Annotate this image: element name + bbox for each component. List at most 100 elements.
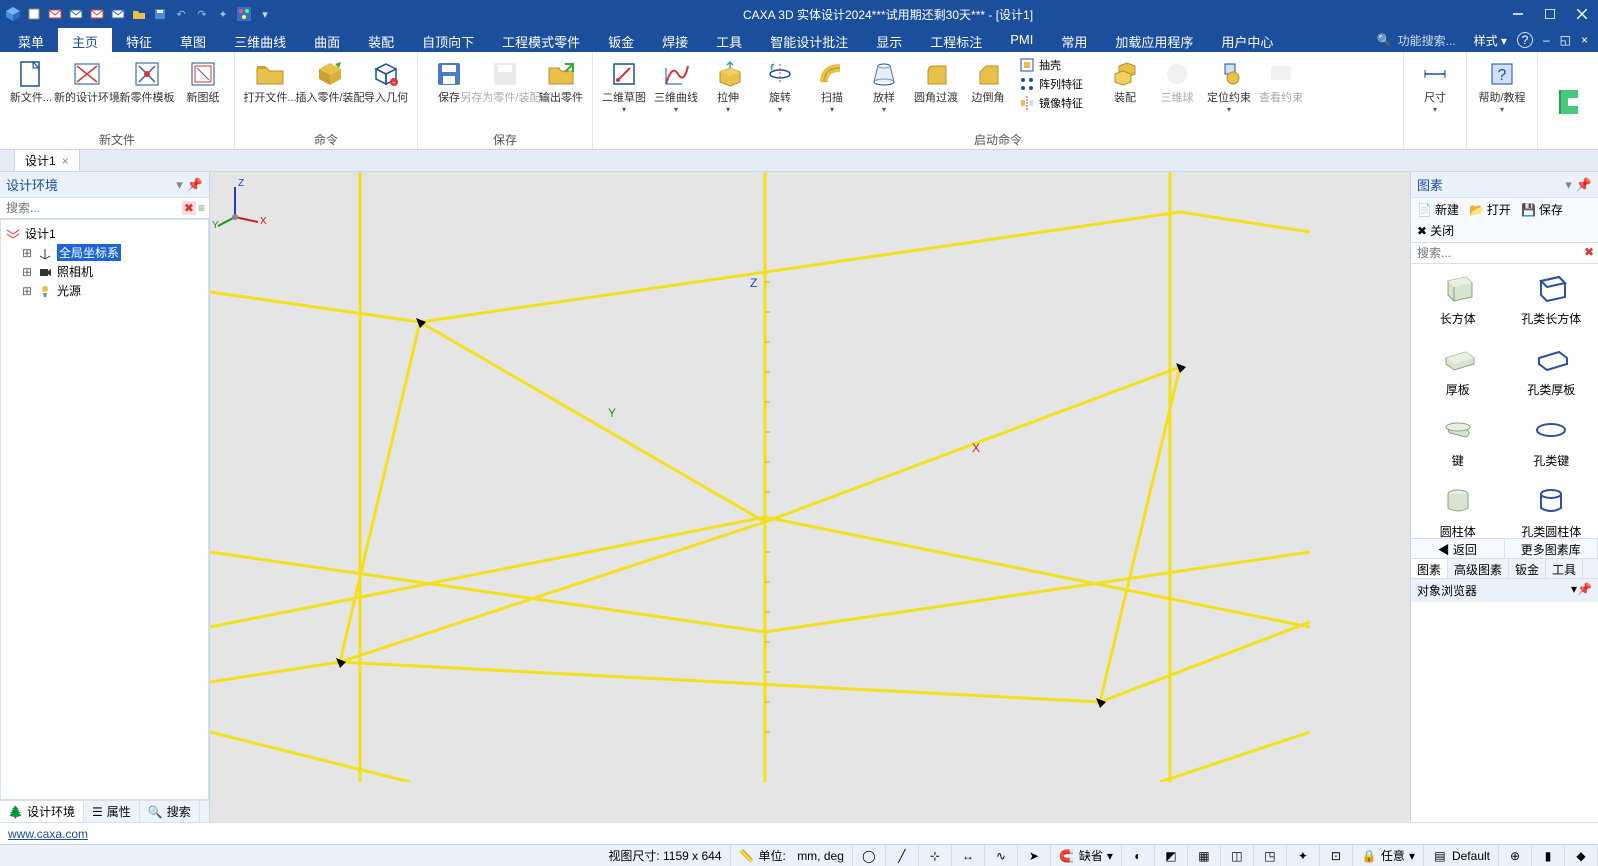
status-render6[interactable]: ✦ [1287, 845, 1320, 866]
import-geom-button[interactable]: +导入几何 [361, 54, 411, 105]
new-part-template-button[interactable]: 新零件模板 [118, 54, 176, 105]
sweep-button[interactable]: 扫描▾ [807, 54, 857, 114]
position-constraint-button[interactable]: 定位约束▾ [1204, 54, 1254, 114]
status-tool4[interactable]: ↔ [952, 845, 985, 866]
open-file-button[interactable]: 打开文件... [241, 54, 299, 105]
mdi-minimize-icon[interactable]: – [1543, 33, 1550, 47]
qat-settings-icon[interactable]: ✦ [214, 5, 232, 23]
tab-3dcurve[interactable]: 三维曲线 [220, 28, 300, 52]
save-as-part-button[interactable]: 另存为零件/装配... [476, 54, 534, 105]
tab-topdown[interactable]: 自顶向下 [408, 28, 488, 52]
status-tool5[interactable]: ∿ [985, 845, 1018, 866]
shapes-search-input[interactable] [1411, 243, 1580, 263]
app-icon[interactable] [4, 5, 22, 23]
orientation-triad[interactable]: Z Y X [210, 172, 270, 232]
shape-key[interactable]: 键 [1411, 406, 1505, 477]
tab-enganno[interactable]: 工程标注 [916, 28, 996, 52]
tab-engpart[interactable]: 工程模式零件 [488, 28, 594, 52]
lbtab-props[interactable]: ☰属性 [84, 801, 140, 822]
pane-pin-icon[interactable]: 📌 [1577, 582, 1592, 596]
minimize-button[interactable] [1502, 0, 1534, 28]
design-tree[interactable]: 设计1 ⊞ 全局坐标系 ⊞ 照相机 ⊞ 光源 [0, 219, 209, 800]
mdi-restore-icon[interactable]: ◱ [1560, 33, 1571, 47]
tab-usercenter[interactable]: 用户中心 [1207, 28, 1287, 52]
new-drawing-button[interactable]: 新图纸 [178, 54, 228, 105]
status-render5[interactable]: ◳ [1254, 845, 1287, 866]
shapes-close-button[interactable]: ✖关闭 [1413, 221, 1458, 240]
tab-feature[interactable]: 特征 [112, 28, 166, 52]
status-ext3[interactable]: ◆ [1565, 845, 1598, 866]
export-part-button[interactable]: 输出零件 [536, 54, 586, 105]
view-constraint-button[interactable]: 查看约束 [1256, 54, 1306, 105]
status-tool2[interactable]: ╱ [886, 845, 919, 866]
rtab-sheetmetal[interactable]: 钣金 [1509, 559, 1546, 578]
dimension-button[interactable]: 尺寸▾ [1410, 54, 1460, 114]
status-ext1[interactable]: ⊕ [1499, 845, 1532, 866]
shape-hole-plate[interactable]: 孔类厚板 [1505, 335, 1598, 406]
tab-smartanno[interactable]: 智能设计批注 [756, 28, 862, 52]
assembly-button[interactable]: 装配 [1100, 54, 1150, 105]
help-tutorial-button[interactable]: ?帮助/教程▾ [1473, 54, 1531, 114]
tab-sketch[interactable]: 草图 [166, 28, 220, 52]
tree-camera[interactable]: ⊞ 照相机 [21, 262, 204, 281]
qat-mail4-icon[interactable] [109, 5, 127, 23]
tab-loadapp[interactable]: 加载应用程序 [1101, 28, 1207, 52]
website-link[interactable]: www.caxa.com [8, 827, 88, 841]
qat-new-icon[interactable] [25, 5, 43, 23]
shell-button[interactable]: 抽壳 [1015, 56, 1087, 74]
status-render3[interactable]: ▦ [1188, 845, 1221, 866]
3d-ball-button[interactable]: 三维球 [1152, 54, 1202, 105]
pane-pin-icon[interactable]: 📌 [1576, 177, 1592, 193]
status-render1[interactable]: ◐ [1122, 845, 1155, 866]
chamfer-button[interactable]: 边倒角 [963, 54, 1013, 105]
ribbon-search[interactable]: 🔍 功能搜索... [1369, 28, 1464, 52]
tab-tools[interactable]: 工具 [702, 28, 756, 52]
extrude-button[interactable]: 拉伸▾ [703, 54, 753, 114]
document-tab-design1[interactable]: 设计1 × [14, 149, 80, 171]
style-dropdown[interactable]: 样式 ▾ [1474, 32, 1507, 49]
shape-cuboid[interactable]: 长方体 [1411, 264, 1505, 335]
help-icon[interactable]: ? [1517, 32, 1533, 48]
qat-mail1-icon[interactable] [46, 5, 64, 23]
shape-hole-cuboid[interactable]: 孔类长方体 [1505, 264, 1598, 335]
shapes-open-button[interactable]: 📂打开 [1465, 200, 1515, 219]
insert-part-button[interactable]: 插入零件/装配 [301, 54, 359, 105]
object-browser-body[interactable] [1411, 602, 1598, 822]
tab-weld[interactable]: 焊接 [648, 28, 702, 52]
status-tool3[interactable]: ⊹ [919, 845, 952, 866]
tab-menu[interactable]: 菜单 [4, 28, 58, 52]
tab-home[interactable]: 主页 [58, 28, 112, 52]
status-tool1[interactable]: ◯ [853, 845, 886, 866]
shape-hole-cylinder[interactable]: 孔类圆柱体 [1505, 477, 1598, 538]
mdi-close-icon[interactable]: × [1581, 33, 1588, 47]
tree-coordsys[interactable]: ⊞ 全局坐标系 [21, 243, 204, 262]
qat-dropdown-icon[interactable]: ▾ [256, 5, 274, 23]
qat-mail2-icon[interactable] [67, 5, 85, 23]
status-snap[interactable]: 🧲缺省 ▾ [1051, 845, 1122, 866]
status-render2[interactable]: ◩ [1155, 845, 1188, 866]
fillet-button[interactable]: 圆角过渡 [911, 54, 961, 105]
rtab-tools[interactable]: 工具 [1546, 559, 1583, 578]
qat-mail3-icon[interactable] [88, 5, 106, 23]
expand-icon[interactable]: ⊞ [21, 265, 33, 279]
expand-icon[interactable]: ⊞ [21, 284, 33, 298]
tab-common[interactable]: 常用 [1047, 28, 1101, 52]
status-layer[interactable]: ▤Default [1424, 845, 1499, 866]
status-cursor[interactable]: ➤ [1018, 845, 1051, 866]
new-design-env-button[interactable]: 新的设计环境 [58, 54, 116, 105]
tab-pmi[interactable]: PMI [996, 28, 1047, 52]
mirror-button[interactable]: 镜像特征 [1015, 94, 1087, 112]
rtab-advanced[interactable]: 高级图素 [1448, 559, 1509, 578]
lbtab-search[interactable]: 🔍搜索 [140, 801, 200, 822]
tree-light[interactable]: ⊞ 光源 [21, 281, 204, 300]
new-file-button[interactable]: 新文件... [6, 54, 56, 105]
tab-sheetmetal[interactable]: 钣金 [594, 28, 648, 52]
qat-redo-icon[interactable]: ↷ [193, 5, 211, 23]
close-button[interactable] [1566, 0, 1598, 28]
pane-menu-icon[interactable]: ▾ [176, 177, 183, 193]
tab-assembly[interactable]: 装配 [354, 28, 408, 52]
shape-hole-key[interactable]: 孔类键 [1505, 406, 1598, 477]
lbtab-design-env[interactable]: 🌲设计环境 [0, 801, 84, 822]
rtab-shapes[interactable]: 图素 [1411, 559, 1448, 578]
revolve-button[interactable]: 旋转▾ [755, 54, 805, 114]
